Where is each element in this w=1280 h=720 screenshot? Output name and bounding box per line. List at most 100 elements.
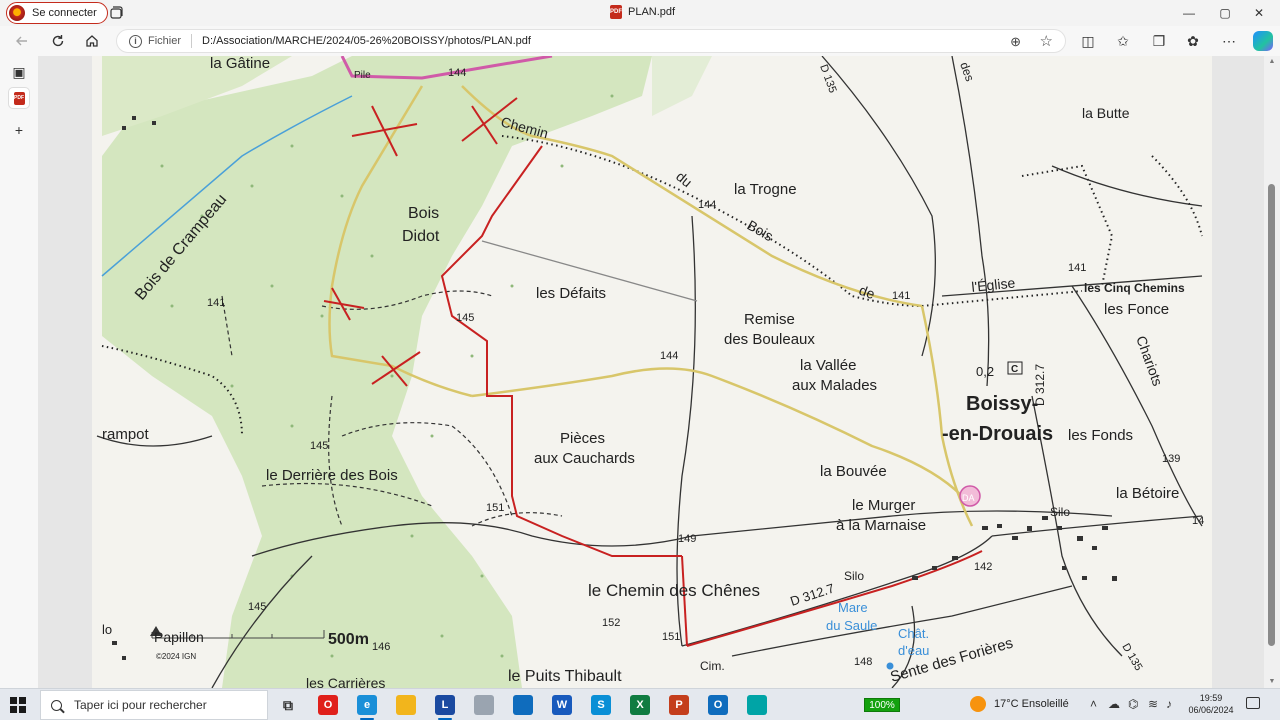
label-de: de bbox=[857, 282, 877, 302]
home-icon bbox=[86, 35, 98, 47]
collections-icon[interactable]: ❐ bbox=[1148, 31, 1170, 51]
pdf-viewer: la Gâtine Pile Bois de Crampeau Bois Did… bbox=[38, 56, 1280, 688]
topographic-map: la Gâtine Pile Bois de Crampeau Bois Did… bbox=[96, 56, 1204, 688]
red-route bbox=[440, 145, 983, 647]
taskbar-app-3[interactable]: L bbox=[435, 695, 455, 715]
pdf-tab-icon: PDF bbox=[13, 91, 25, 105]
notification-icon[interactable] bbox=[1246, 697, 1260, 709]
scroll-thumb[interactable] bbox=[1268, 184, 1275, 646]
elev-146: 146 bbox=[372, 641, 390, 653]
taskbar-app-4[interactable] bbox=[474, 695, 494, 715]
title-bar: Se connecter PDF PLAN.pdf — ▢ ✕ bbox=[0, 0, 1280, 26]
zoom-icon[interactable]: ⊕ bbox=[1010, 34, 1021, 50]
elev-141b: 141 bbox=[892, 290, 910, 302]
info-icon[interactable]: i bbox=[129, 34, 142, 48]
favorite-star-icon[interactable]: ☆ bbox=[1040, 32, 1053, 50]
home-button[interactable] bbox=[80, 30, 104, 52]
protocol-label: Fichier bbox=[148, 35, 182, 47]
close-button[interactable]: ✕ bbox=[1242, 0, 1276, 26]
tab-actions-sidebar-icon[interactable]: ▣ bbox=[9, 62, 29, 82]
label-des-bouleaux: des Bouleaux bbox=[724, 331, 815, 348]
taskbar-app-1[interactable]: e bbox=[357, 695, 377, 715]
refresh-button[interactable] bbox=[46, 30, 70, 52]
label-aux-cauchards: aux Cauchards bbox=[534, 450, 635, 467]
tray-chevron-icon[interactable]: ˄ bbox=[1090, 697, 1097, 711]
label-silo-a: Silo bbox=[844, 569, 864, 583]
onedrive-icon[interactable]: ☁ bbox=[1108, 697, 1120, 711]
label-la-vallee: la Vallée bbox=[800, 357, 856, 374]
label-les-defaits: les Défaits bbox=[536, 285, 606, 302]
signin-button[interactable]: Se connecter bbox=[6, 2, 108, 24]
label-des: des bbox=[957, 60, 977, 83]
document-title: PDF PLAN.pdf bbox=[610, 5, 675, 19]
label-les-fonce: les Fonce bbox=[1104, 301, 1169, 318]
maximize-button[interactable]: ▢ bbox=[1208, 0, 1242, 26]
sidebar-tab-pdf[interactable]: PDF bbox=[9, 88, 29, 108]
signin-label: Se connecter bbox=[32, 7, 97, 19]
taskbar-app-2[interactable] bbox=[396, 695, 416, 715]
taskbar-app-0[interactable]: O bbox=[318, 695, 338, 715]
refresh-icon bbox=[52, 35, 64, 47]
split-screen-icon[interactable]: ◫ bbox=[1077, 31, 1099, 51]
windows-start-icon[interactable] bbox=[10, 697, 26, 713]
battery-indicator[interactable]: 100% bbox=[864, 698, 900, 712]
elev-144c: 144 bbox=[660, 350, 678, 362]
taskbar-app-8[interactable]: X bbox=[630, 695, 650, 715]
taskbar-clock[interactable]: 19:59 06/06/2024 bbox=[1186, 692, 1236, 716]
pdf-page-map[interactable]: la Gâtine Pile Bois de Crampeau Bois Did… bbox=[92, 56, 1212, 688]
label-deau: d'eau bbox=[898, 643, 929, 658]
elev-14: 14 bbox=[1192, 515, 1204, 527]
taskbar-search-box[interactable]: Taper ici pour rechercher bbox=[40, 690, 268, 720]
sun-icon bbox=[970, 696, 986, 712]
elev-145b: 145 bbox=[310, 440, 328, 452]
document-title-text: PLAN.pdf bbox=[628, 6, 676, 18]
volume-icon[interactable]: ♪ bbox=[1166, 697, 1172, 711]
label-d312-7-vertical: D 312.7 bbox=[1033, 364, 1047, 406]
label-c-box: C bbox=[1011, 364, 1018, 375]
arrow-left-icon bbox=[16, 36, 27, 46]
weather-text: 17°C Ensoleillé bbox=[994, 698, 1069, 710]
taskbar-app-9[interactable]: P bbox=[669, 695, 689, 715]
label-le-chemin-des-chenes: le Chemin des Chênes bbox=[588, 581, 760, 600]
tab-actions-icon[interactable] bbox=[108, 5, 124, 21]
taskbar-app-10[interactable]: O bbox=[708, 695, 728, 715]
vertical-scrollbar[interactable]: ▲ ▼ bbox=[1264, 56, 1280, 688]
taskbar-app-11[interactable] bbox=[747, 695, 767, 715]
elev-141a: 141 bbox=[207, 297, 225, 309]
label-le-murger: le Murger bbox=[852, 497, 915, 514]
elev-144b: 144 bbox=[698, 199, 716, 211]
scroll-up-icon[interactable]: ▲ bbox=[1267, 58, 1277, 66]
elev-139: 139 bbox=[1162, 453, 1180, 465]
back-button[interactable] bbox=[10, 30, 34, 52]
scroll-down-icon[interactable]: ▼ bbox=[1267, 678, 1277, 686]
profile-avatar-icon bbox=[9, 5, 25, 21]
copilot-icon[interactable] bbox=[1253, 31, 1273, 51]
elev-142: 142 bbox=[974, 561, 992, 573]
label-boissy: Boissy- bbox=[966, 393, 1038, 415]
favorites-icon[interactable]: ✩ bbox=[1112, 31, 1134, 51]
new-tab-plus-icon[interactable]: + bbox=[9, 120, 29, 140]
wifi-icon[interactable]: ≋ bbox=[1148, 697, 1158, 711]
elev-148: 148 bbox=[854, 656, 872, 668]
pdf-file-icon: PDF bbox=[610, 5, 622, 19]
task-view-icon[interactable]: ⧉ bbox=[278, 695, 298, 715]
label-en-drouais: -en-Drouais bbox=[942, 423, 1053, 445]
extensions-icon[interactable]: ✿ bbox=[1182, 31, 1204, 51]
weather-widget[interactable]: 17°C Ensoleillé bbox=[970, 696, 1069, 712]
label-lo: lo bbox=[102, 622, 112, 637]
label-silo-b: Silo bbox=[1050, 505, 1070, 519]
label-scale-500m: 500m bbox=[328, 631, 369, 648]
taskbar-app-5[interactable] bbox=[513, 695, 533, 715]
label-a-la-marnaise: à la Marnaise bbox=[836, 517, 926, 534]
network-icon[interactable]: ⌬ bbox=[1128, 697, 1138, 711]
address-bar[interactable]: i Fichier D:/Association/MARCHE/2024/05-… bbox=[116, 29, 1066, 53]
clock-time: 19:59 bbox=[1199, 693, 1223, 703]
url-text[interactable]: D:/Association/MARCHE/2024/05-26%20BOISS… bbox=[202, 35, 531, 47]
more-options-icon[interactable]: ⋯ bbox=[1218, 31, 1240, 51]
search-icon bbox=[51, 699, 62, 711]
label-les-cinq-chemins: les Cinq Chemins bbox=[1084, 281, 1185, 295]
taskbar-app-6[interactable]: W bbox=[552, 695, 572, 715]
taskbar-app-7[interactable]: S bbox=[591, 695, 611, 715]
label-rampot: rampot bbox=[102, 426, 150, 443]
minimize-button[interactable]: — bbox=[1172, 0, 1206, 26]
